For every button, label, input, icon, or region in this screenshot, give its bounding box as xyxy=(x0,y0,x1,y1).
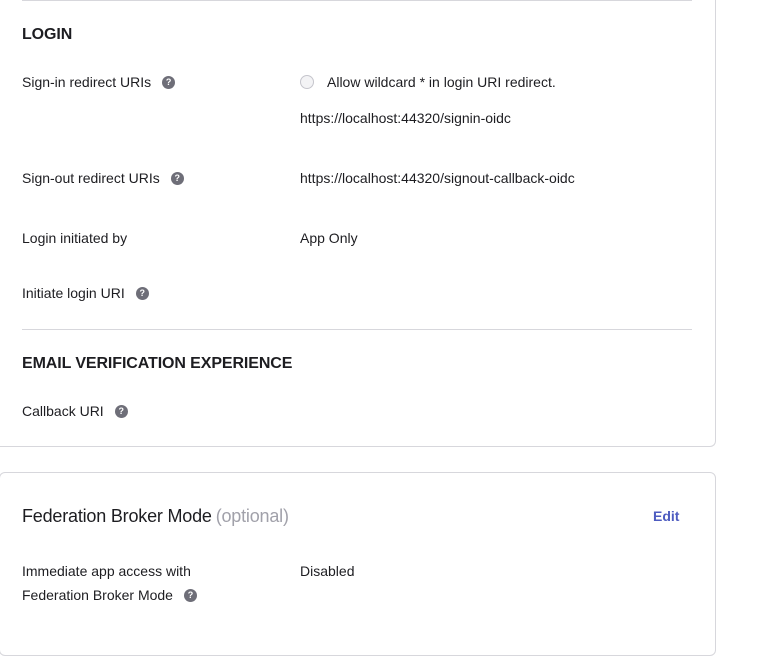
email-verification-section-title: EMAIL VERIFICATION EXPERIENCE xyxy=(22,355,293,372)
immediate-access-label-line1: Immediate app access with xyxy=(22,563,191,579)
edit-button[interactable]: Edit xyxy=(653,508,679,524)
callback-uri-label: Callback URI ? xyxy=(22,403,128,419)
sign-in-redirect-label: Sign-in redirect URIs ? xyxy=(22,74,176,90)
login-initiated-label: Login initiated by xyxy=(22,230,127,246)
sign-in-redirect-uri: https://localhost:44320/signin-oidc xyxy=(300,110,511,126)
login-settings-card xyxy=(0,0,716,447)
federation-broker-title-text: Federation Broker Mode xyxy=(22,506,212,526)
login-section-title: LOGIN xyxy=(22,26,73,43)
sign-out-redirect-label-text: Sign-out redirect URIs xyxy=(22,170,160,186)
initiate-login-uri-label: Initiate login URI ? xyxy=(22,285,149,301)
optional-tag: (optional) xyxy=(215,506,289,526)
wildcard-checkbox-row[interactable]: Allow wildcard * in login URI redirect. xyxy=(300,74,556,90)
wildcard-checkbox[interactable] xyxy=(300,75,314,89)
help-icon[interactable]: ? xyxy=(162,75,176,89)
top-divider xyxy=(22,0,692,1)
help-icon[interactable]: ? xyxy=(170,171,184,185)
federation-broker-title: Federation Broker Mode (optional) xyxy=(22,506,289,527)
help-icon[interactable]: ? xyxy=(114,404,128,418)
immediate-access-label-line2: Federation Broker Mode ? xyxy=(22,587,197,603)
sign-out-redirect-label: Sign-out redirect URIs ? xyxy=(22,170,184,186)
wildcard-checkbox-label[interactable]: Allow wildcard * in login URI redirect. xyxy=(327,74,556,90)
sign-in-redirect-label-text: Sign-in redirect URIs xyxy=(22,74,152,90)
immediate-access-label-line2-text: Federation Broker Mode xyxy=(22,587,173,603)
help-icon[interactable]: ? xyxy=(135,286,149,300)
login-initiated-label-text: Login initiated by xyxy=(22,230,128,246)
immediate-access-label-line1-text: Immediate app access with xyxy=(22,563,191,579)
login-initiated-value: App Only xyxy=(300,230,358,246)
callback-uri-label-text: Callback URI xyxy=(22,403,104,419)
sign-out-redirect-uri: https://localhost:44320/signout-callback… xyxy=(300,170,575,186)
initiate-login-uri-label-text: Initiate login URI xyxy=(22,285,125,301)
immediate-access-value: Disabled xyxy=(300,563,355,579)
section-divider xyxy=(22,329,692,330)
help-icon[interactable]: ? xyxy=(183,588,197,602)
